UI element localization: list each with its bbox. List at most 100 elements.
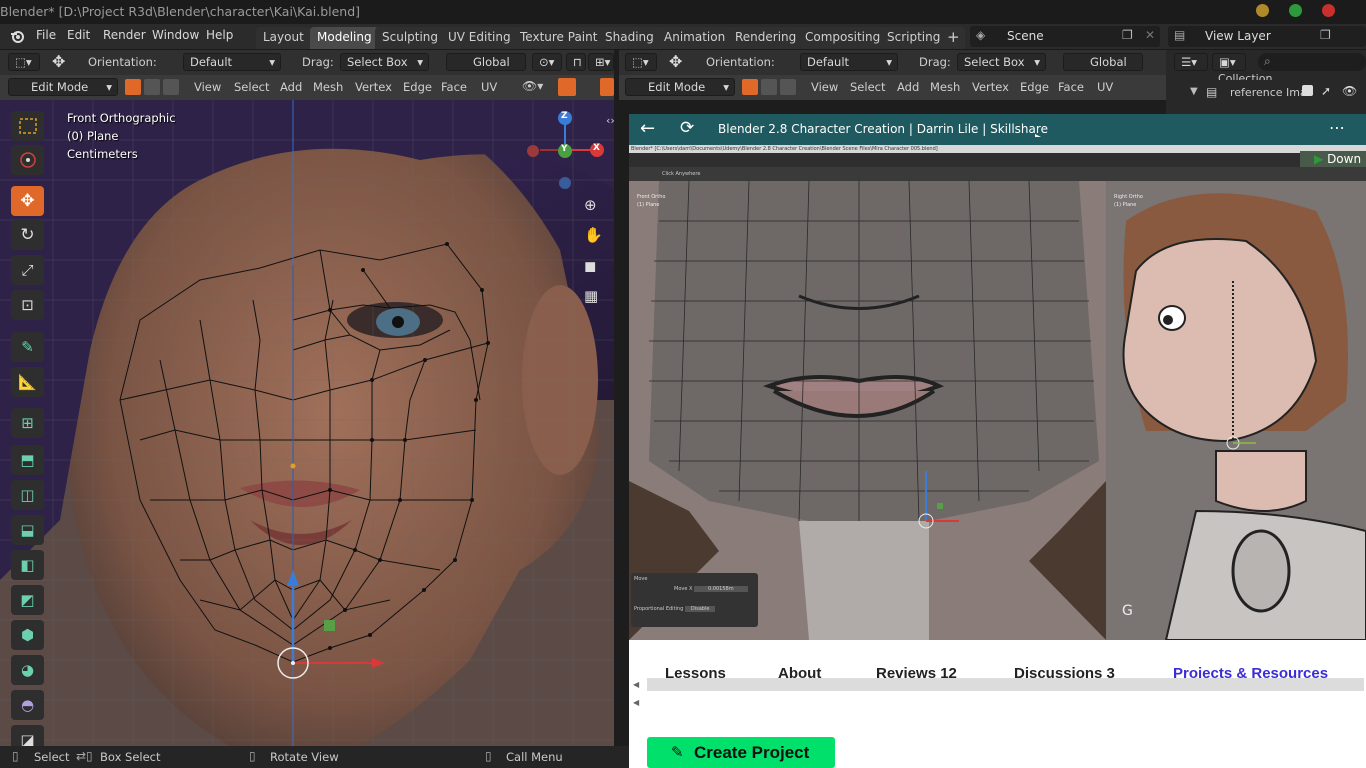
tab-discussions[interactable]: Discussions 3 [1014, 665, 1115, 678]
blender-logo-icon[interactable] [10, 29, 25, 44]
tab-texture-paint[interactable]: Texture Paint [513, 27, 605, 49]
view-layer-selector[interactable]: ▤ View Layer ❐ [1168, 26, 1366, 47]
area-divider[interactable] [614, 50, 629, 746]
tab-animation[interactable]: Animation [657, 27, 733, 49]
tab-uv-editing[interactable]: UV Editing [441, 27, 518, 49]
tab-shading[interactable]: Shading [598, 27, 661, 49]
tool-select-mode-icon[interactable]: ⬚▾ [8, 53, 40, 71]
ortho-grid-icon[interactable]: ▦ [584, 287, 598, 305]
bevel-tool-icon[interactable]: ⬓ [11, 515, 44, 545]
display-mode-icon[interactable]: ▣▾ [1212, 53, 1246, 71]
minimize-button[interactable] [1256, 4, 1269, 17]
annotate-tool-icon[interactable]: ✎ [11, 332, 44, 362]
tab-about[interactable]: About [778, 665, 821, 678]
more-options-icon[interactable]: ⋯ [1329, 118, 1345, 137]
axis-z-label[interactable]: Z [561, 111, 568, 121]
menu-select[interactable]: Select [234, 80, 269, 94]
eye-icon[interactable]: 👁 [1342, 84, 1357, 98]
menu-render[interactable]: Render [103, 28, 146, 42]
edge-select-icon[interactable] [144, 79, 160, 95]
inset-tool-icon[interactable]: ◫ [11, 480, 44, 510]
scale-tool-icon[interactable]: ⤢ [11, 255, 44, 285]
outliner-reference-image[interactable]: reference Ima [1230, 86, 1307, 99]
spin-tool-icon[interactable]: ◕ [11, 655, 44, 685]
outliner-search-input[interactable]: ⌕ [1258, 53, 1366, 71]
vertex-select-icon-right[interactable] [742, 79, 758, 95]
tool-select-mode-icon-right[interactable]: ⬚▾ [625, 53, 657, 71]
scene-selector[interactable]: ◈ Scene ❐ ✕ [970, 26, 1160, 47]
menu-face-right[interactable]: Face [1058, 80, 1084, 94]
camera-icon[interactable]: ◼ [584, 257, 596, 275]
orientation-dropdown[interactable]: Default ▾ [183, 53, 281, 71]
outliner-editor-type-icon[interactable]: ☰▾ [1174, 53, 1208, 71]
transform-dropdown-right[interactable]: Global [1063, 53, 1143, 71]
delete-scene-icon[interactable]: ✕ [1145, 28, 1155, 42]
menu-edge-right[interactable]: Edge [1020, 80, 1049, 94]
sidebar-toggle-icon[interactable]: ‹› [606, 114, 614, 127]
create-project-button[interactable]: ✎ Create Project [647, 737, 835, 768]
transform-tool-icon[interactable]: ⊡ [11, 290, 44, 320]
menu-help[interactable]: Help [206, 28, 233, 42]
menu-edge[interactable]: Edge [403, 80, 432, 94]
video-player[interactable]: Blender* [C:\Users\darri\Documents\Udemy… [629, 145, 1366, 640]
overlay-toggle-icon[interactable] [600, 78, 614, 96]
pan-hand-icon[interactable]: ✋ [584, 226, 603, 244]
poly-build-tool-icon[interactable]: ⬢ [11, 620, 44, 650]
scroll-left-icon[interactable]: ◀ [633, 680, 639, 689]
extrude-tool-icon[interactable]: ⬒ [11, 445, 44, 475]
axis-x-label[interactable]: X [593, 143, 600, 153]
tab-scripting[interactable]: Scripting [880, 27, 948, 49]
tab-projects-resources[interactable]: Projects & Resources [1173, 665, 1328, 678]
transform-dropdown[interactable]: Global [446, 53, 526, 71]
visibility-icon[interactable]: 👁▾ [522, 79, 543, 93]
menu-vertex-right[interactable]: Vertex [972, 80, 1009, 94]
select-box-tool-icon[interactable] [11, 111, 44, 141]
zoom-icon[interactable]: ⊕ [584, 196, 597, 214]
menu-mesh[interactable]: Mesh [313, 80, 343, 94]
tab-reviews[interactable]: Reviews 12 [876, 665, 957, 678]
maximize-button[interactable] [1289, 4, 1302, 17]
scroll-left-icon-2[interactable]: ◀ [633, 698, 639, 707]
menu-uv-right[interactable]: UV [1097, 80, 1113, 94]
menu-window[interactable]: Window [152, 28, 199, 42]
menu-file[interactable]: File [36, 28, 56, 42]
measure-tool-icon[interactable]: 📐 [11, 367, 44, 397]
cursor-tool-icon[interactable] [11, 145, 44, 175]
orientation-dropdown-right[interactable]: Default ▾ [800, 53, 898, 71]
back-arrow-icon[interactable]: ← [640, 118, 655, 139]
include-checkbox[interactable] [1302, 85, 1313, 96]
rotate-tool-icon[interactable]: ↻ [11, 220, 44, 250]
shear-tool-icon[interactable]: ◪ [11, 725, 44, 746]
tab-lessons[interactable]: Lessons [665, 665, 726, 678]
snap-icon[interactable]: ⊓ [566, 53, 586, 71]
3d-viewport-left[interactable]: Z Y X ⊕ ✋ ◼ ▦ Front Orthographic (0) Pla… [0, 100, 614, 746]
menu-add[interactable]: Add [280, 80, 302, 94]
face-select-icon-right[interactable] [780, 79, 796, 95]
vertex-select-icon[interactable] [125, 79, 141, 95]
menu-view[interactable]: View [194, 80, 221, 94]
tab-compositing[interactable]: Compositing [798, 27, 888, 49]
smooth-tool-icon[interactable]: ◓ [11, 690, 44, 720]
gizmo-toggle-icon[interactable] [558, 78, 576, 96]
menu-view-right[interactable]: View [811, 80, 838, 94]
new-view-layer-icon[interactable]: ❐ [1320, 28, 1331, 42]
mode-dropdown-right[interactable]: Edit Mode ▾ [625, 78, 735, 96]
pivot-icon[interactable]: ⊙▾ [532, 53, 562, 71]
menu-uv[interactable]: UV [481, 80, 497, 94]
expand-arrow-icon[interactable]: ▼ [1190, 86, 1198, 97]
tab-layout[interactable]: Layout [256, 27, 311, 49]
add-workspace-button[interactable]: + [942, 27, 965, 49]
snap-target-icon[interactable]: ⊞▾ [588, 53, 614, 71]
move-tool-button-icon[interactable]: ✥ [11, 186, 44, 216]
edge-select-icon-right[interactable] [761, 79, 777, 95]
menu-add-right[interactable]: Add [897, 80, 919, 94]
add-cube-tool-icon[interactable]: ⊞ [11, 408, 44, 438]
outliner-collection[interactable]: Collection [1218, 72, 1272, 80]
horizontal-scrollbar[interactable] [647, 678, 1364, 691]
menu-face[interactable]: Face [441, 80, 467, 94]
mode-dropdown[interactable]: Edit Mode ▾ [8, 78, 118, 96]
menu-mesh-right[interactable]: Mesh [930, 80, 960, 94]
menu-select-right[interactable]: Select [850, 80, 885, 94]
axis-y-label[interactable]: Y [561, 144, 568, 154]
knife-tool-icon[interactable]: ◩ [11, 585, 44, 615]
